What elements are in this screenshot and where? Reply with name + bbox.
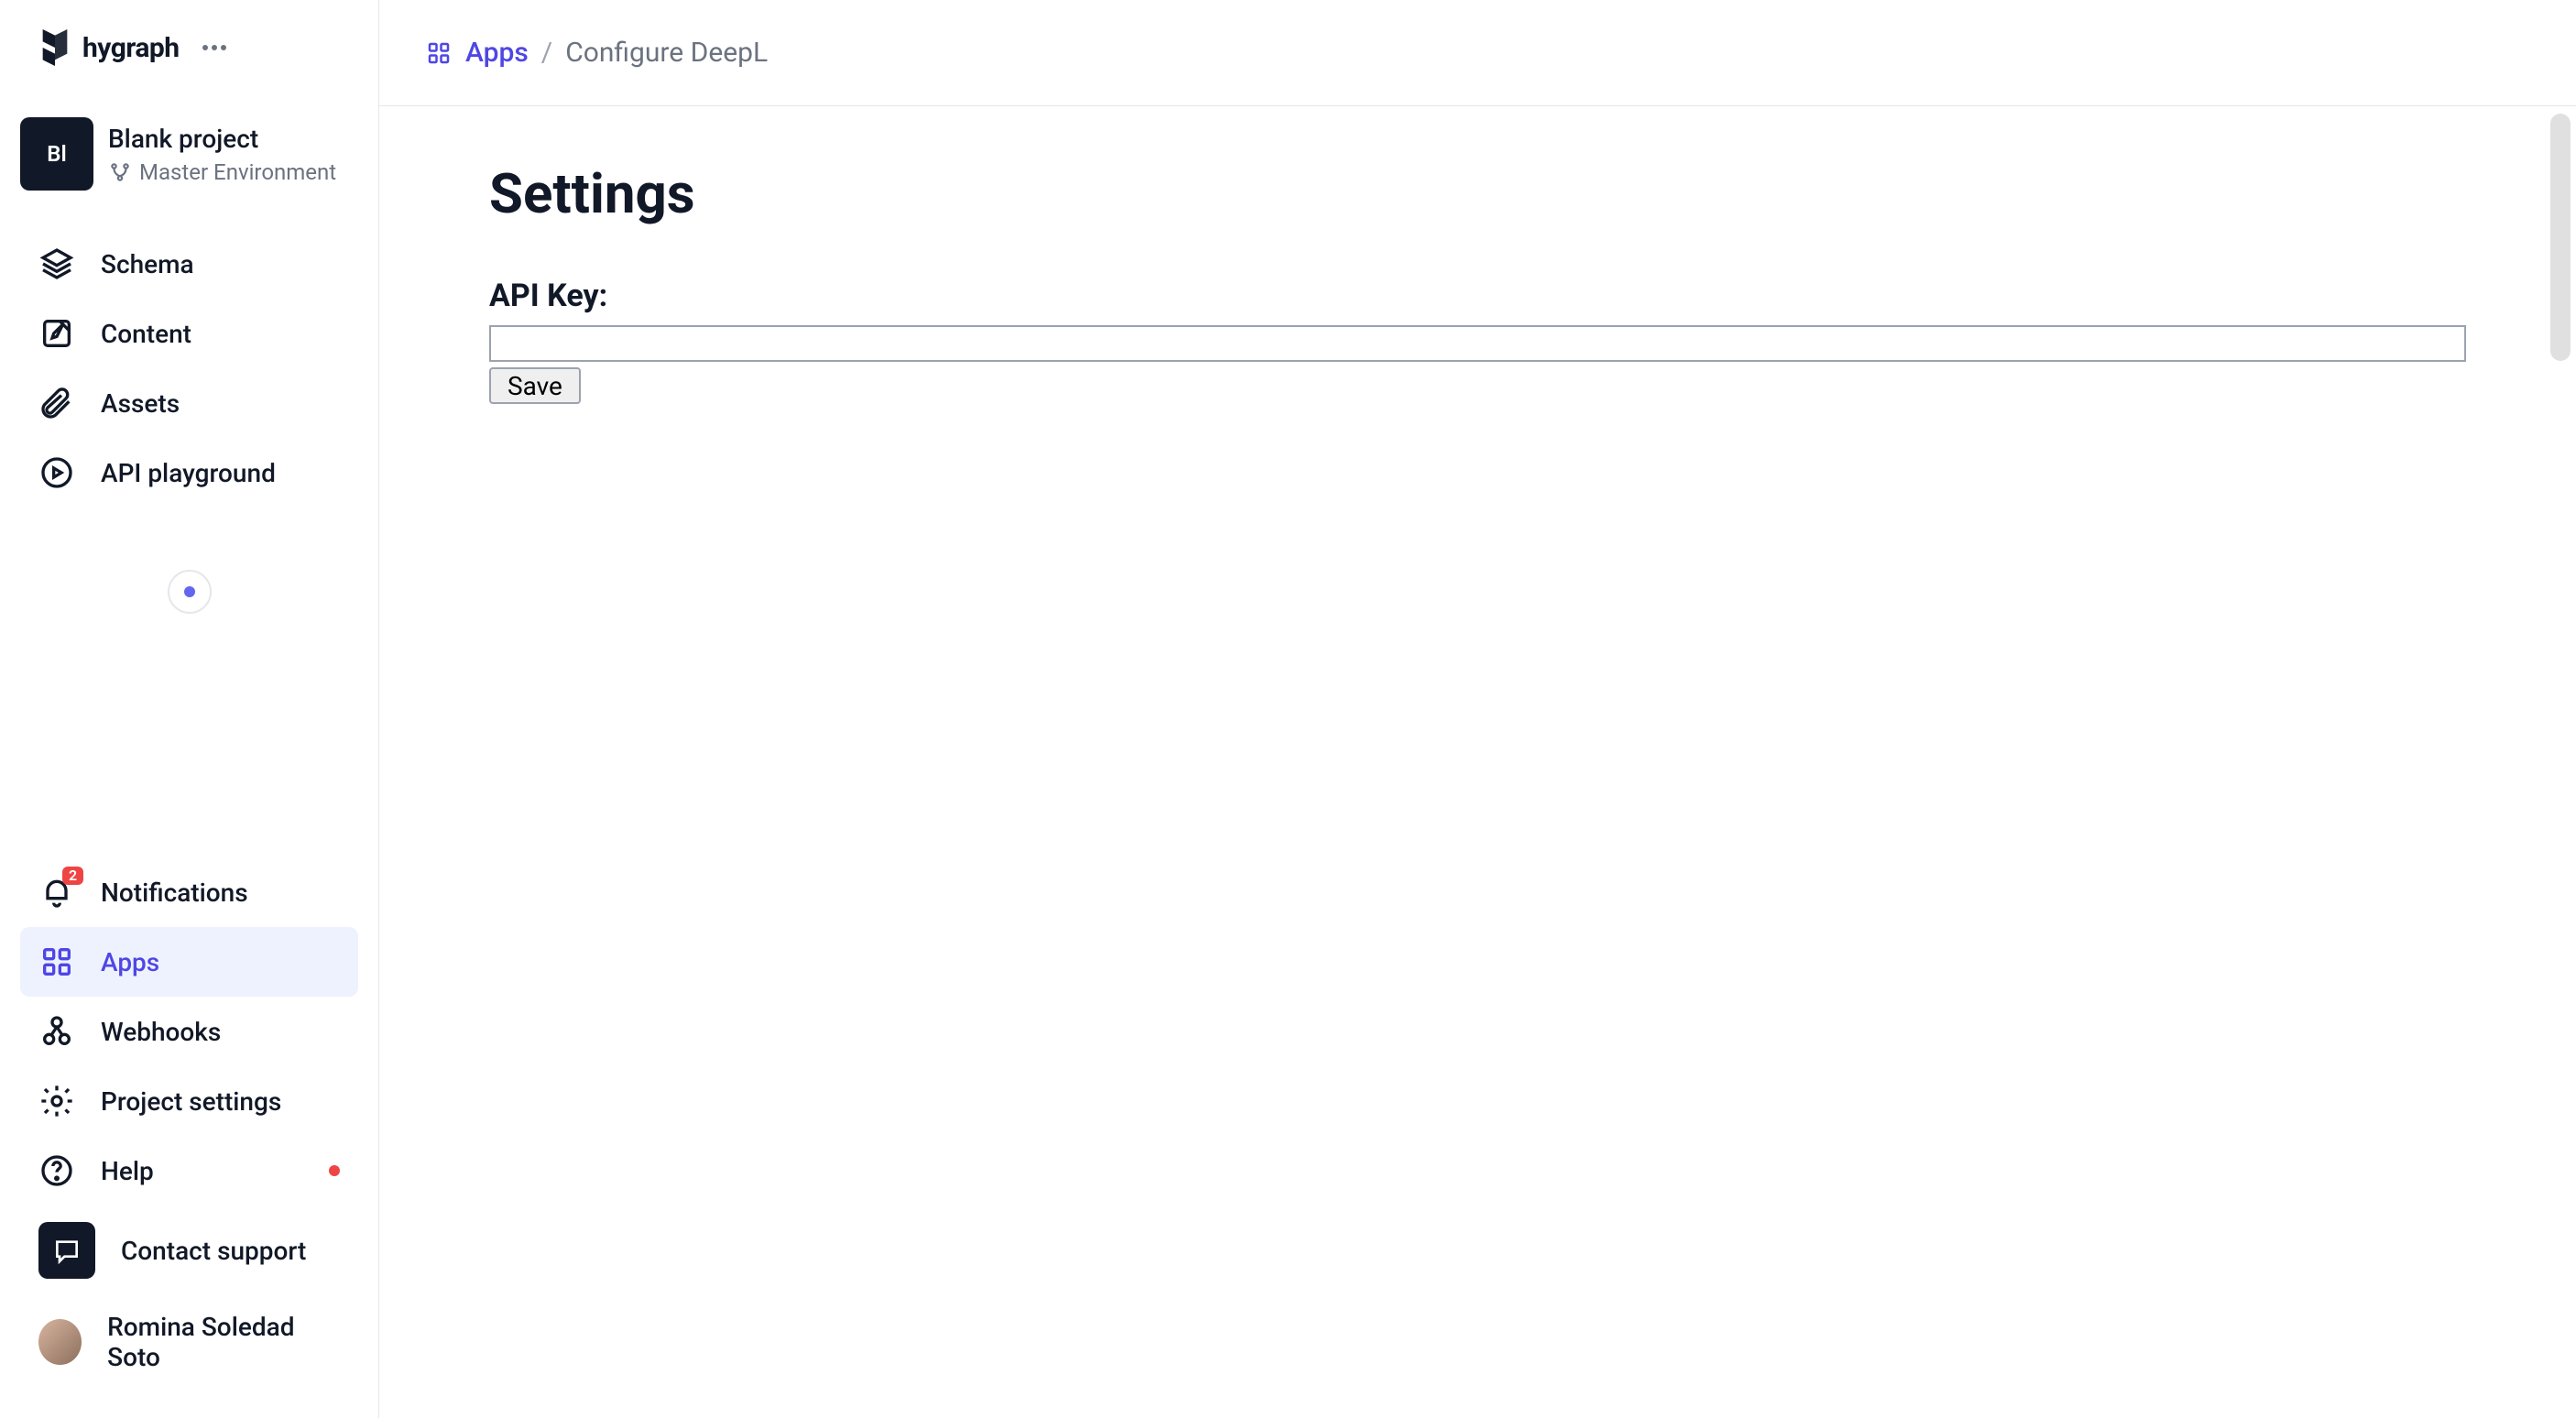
brand-name: hygraph [82,32,180,64]
logo[interactable]: hygraph [37,22,180,73]
environment-label: Master Environment [139,159,336,185]
project-avatar: Bl [20,117,93,191]
help-alert-dot [329,1165,340,1176]
content-area: Settings API Key: Save [379,106,2576,1418]
sidebar-item-assets[interactable]: Assets [20,368,358,438]
environment-row: Master Environment [108,159,336,185]
nav-top: Schema Content Assets [0,222,378,515]
avatar [38,1319,82,1365]
inner-scroll: Settings API Key: Save [379,106,2576,1418]
save-button[interactable]: Save [489,367,581,404]
user-name: Romina Soledad Soto [107,1312,340,1372]
sidebar-item-notifications[interactable]: 2 Notifications [20,857,358,927]
sidebar: hygraph Bl Blank project Master Environ [0,0,379,1418]
indicator-dot-inner [184,586,195,597]
api-key-input[interactable] [489,325,2466,362]
sidebar-item-project-settings[interactable]: Project settings [20,1066,358,1136]
sidebar-item-apps[interactable]: Apps [20,927,358,997]
paperclip-icon [38,385,75,421]
sidebar-item-label: Assets [101,388,180,419]
sidebar-item-user[interactable]: Romina Soledad Soto [20,1295,358,1389]
sidebar-item-webhooks[interactable]: Webhooks [20,997,358,1066]
brand-more-button[interactable] [194,31,235,64]
page-title: Settings [489,161,2466,226]
notification-badge: 2 [62,867,83,885]
main: Apps / Configure DeepL Settings API Key:… [379,0,2576,1418]
layers-icon [38,245,75,282]
branch-icon [108,160,132,184]
breadcrumb-root-link[interactable]: Apps [465,37,529,69]
gear-icon [38,1083,75,1119]
chat-icon [49,1232,85,1269]
sidebar-item-label: Help [101,1156,154,1186]
sidebar-item-label: Project settings [101,1086,281,1117]
webhook-icon [38,1013,75,1050]
sidebar-item-label: Contact support [121,1236,306,1266]
breadcrumb-separator: / [541,37,552,69]
sidebar-item-help[interactable]: Help [20,1136,358,1205]
sidebar-item-label: Notifications [101,878,248,908]
hygraph-logo-icon [37,26,73,70]
sidebar-spacer [0,515,378,850]
sidebar-item-label: Webhooks [101,1017,221,1047]
apps-grid-icon [38,944,75,980]
sidebar-item-contact-support[interactable]: Contact support [20,1205,358,1295]
breadcrumb-current: Configure DeepL [565,37,768,69]
sidebar-item-label: Schema [101,249,194,279]
edit-icon [38,315,75,352]
chat-icon-wrap [38,1222,95,1279]
sidebar-item-label: API playground [101,458,276,488]
sidebar-item-label: Apps [101,947,159,977]
sidebar-item-api-playground[interactable]: API playground [20,438,358,507]
sidebar-item-schema[interactable]: Schema [20,229,358,299]
project-name: Blank project [108,124,336,154]
help-icon [38,1152,75,1189]
sidebar-item-content[interactable]: Content [20,299,358,368]
play-icon [38,454,75,491]
project-meta: Blank project Master Environment [108,124,336,185]
nav-bottom: 2 Notifications Apps Webhooks [0,850,378,1396]
apps-grid-icon [425,39,453,67]
breadcrumb: Apps / Configure DeepL [379,0,2576,106]
indicator-dot[interactable] [168,570,212,614]
dots-icon [202,44,227,51]
sidebar-item-label: Content [101,319,191,349]
api-key-label: API Key: [489,278,2466,314]
brand-row: hygraph [0,22,378,99]
project-switcher[interactable]: Bl Blank project Master Environment [0,99,378,222]
scrollbar[interactable] [2550,114,2571,361]
